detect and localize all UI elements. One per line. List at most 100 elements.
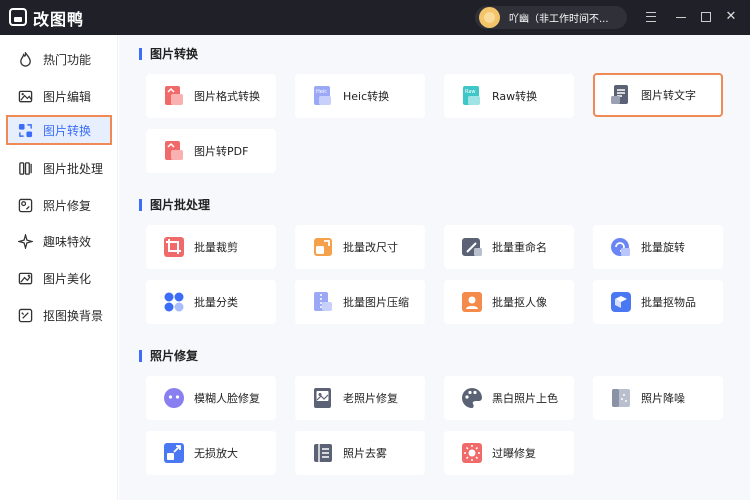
face-repair-icon xyxy=(164,388,184,408)
card-batch-classify[interactable]: 批量分类 xyxy=(146,280,276,324)
section-title-photo-repair: 照片修复 xyxy=(139,350,198,362)
crop-icon xyxy=(164,237,184,257)
sidebar-item-label: 图片美化 xyxy=(43,272,92,286)
sidebar-item-label: 照片修复 xyxy=(43,199,92,213)
card-image-format-convert[interactable]: 图片格式转换 xyxy=(146,74,276,118)
portrait-cutout-icon xyxy=(462,292,482,312)
card-batch-portrait-cutout[interactable]: 批量抠人像 xyxy=(444,280,574,324)
app-title: 改图鸭 xyxy=(33,10,85,29)
sidebar-item-photo-repair[interactable]: 照片修复 xyxy=(6,190,112,220)
card-label: 图片转文字 xyxy=(641,89,696,102)
card-label: 过曝修复 xyxy=(492,447,536,460)
card-label: 模糊人脸修复 xyxy=(194,392,260,405)
rename-icon xyxy=(462,238,482,256)
app-logo-icon xyxy=(9,8,27,26)
sidebar-item-label: 图片编辑 xyxy=(43,90,92,104)
card-batch-crop[interactable]: 批量裁剪 xyxy=(146,225,276,269)
photo-repair-icon xyxy=(18,198,33,213)
classify-icon xyxy=(164,292,184,312)
raw-icon: Raw xyxy=(463,86,480,105)
card-overexposure-repair[interactable]: 过曝修复 xyxy=(444,431,574,475)
card-lossless-upscale[interactable]: 无损放大 xyxy=(146,431,276,475)
palette-icon xyxy=(462,388,482,408)
compress-icon xyxy=(314,292,332,311)
card-batch-rotate[interactable]: 批量旋转 xyxy=(593,225,723,269)
card-label: 图片格式转换 xyxy=(194,90,260,103)
minimize-icon[interactable] xyxy=(672,8,690,26)
card-image-to-pdf[interactable]: 图片转PDF xyxy=(146,129,276,173)
sidebar: 热门功能 图片编辑 图片转换 图片批处理 照片修复 趣味特效 图片美化 抠图换背… xyxy=(0,35,118,500)
sidebar-item-cutout[interactable]: 抠图换背景 xyxy=(6,300,112,330)
rotate-icon xyxy=(611,238,630,256)
sidebar-item-fun-effects[interactable]: 趣味特效 xyxy=(6,226,112,256)
svg-text:Heic: Heic xyxy=(316,89,327,95)
heic-icon: Heic xyxy=(314,86,331,105)
card-label: 批量图片压缩 xyxy=(343,296,409,309)
flame-icon xyxy=(20,52,31,67)
card-bw-colorize[interactable]: 黑白照片上色 xyxy=(444,376,574,420)
card-heic-convert[interactable]: Heic Heic转换 xyxy=(295,74,425,118)
resize-icon xyxy=(314,238,332,256)
dehaze-icon xyxy=(314,444,332,462)
exposure-icon xyxy=(462,443,482,463)
card-label: Heic转换 xyxy=(343,90,390,103)
sidebar-item-beautify[interactable]: 图片美化 xyxy=(6,263,112,293)
user-name[interactable]: 吖幽（非工作时间不... xyxy=(509,10,621,25)
card-label: 批量重命名 xyxy=(492,241,547,254)
card-label: 照片去雾 xyxy=(343,447,387,460)
convert-icon xyxy=(18,123,33,138)
batch-icon xyxy=(19,162,32,175)
cutout-icon xyxy=(18,308,33,323)
card-batch-compress[interactable]: 批量图片压缩 xyxy=(295,280,425,324)
card-old-photo-repair[interactable]: 老照片修复 xyxy=(295,376,425,420)
image-edit-icon xyxy=(18,90,33,103)
sidebar-item-hot[interactable]: 热门功能 xyxy=(6,44,112,74)
card-label: 批量裁剪 xyxy=(194,241,238,254)
avatar[interactable] xyxy=(479,7,500,28)
denoise-icon xyxy=(612,389,630,407)
format-convert-icon xyxy=(165,86,183,105)
card-raw-convert[interactable]: Raw Raw转换 xyxy=(444,74,574,118)
sidebar-item-image-convert[interactable]: 图片转换 xyxy=(6,115,112,145)
card-label: 黑白照片上色 xyxy=(492,392,558,405)
card-image-to-text[interactable]: 图片转文字 xyxy=(593,73,723,117)
menu-icon[interactable] xyxy=(642,8,660,26)
section-title-batch: 图片批处理 xyxy=(139,199,210,211)
card-label: 批量分类 xyxy=(194,296,238,309)
card-batch-rename[interactable]: 批量重命名 xyxy=(444,225,574,269)
card-face-repair[interactable]: 模糊人脸修复 xyxy=(146,376,276,420)
card-label: 批量旋转 xyxy=(641,241,685,254)
card-label: 图片转PDF xyxy=(194,145,249,158)
card-label: Raw转换 xyxy=(492,90,538,103)
section-title-image-convert: 图片转换 xyxy=(139,48,198,60)
card-label: 照片降噪 xyxy=(641,392,685,405)
object-cutout-icon xyxy=(611,292,631,312)
sidebar-item-label: 趣味特效 xyxy=(43,235,92,249)
main-content: 图片转换 图片格式转换 Heic Heic转换 Raw Raw转换 图片转文字 … xyxy=(119,35,750,500)
user-account[interactable]: 吖幽（非工作时间不... xyxy=(475,6,627,29)
image-to-pdf-icon xyxy=(165,141,183,160)
title-bar: 改图鸭 吖幽（非工作时间不... ✕ xyxy=(0,0,750,35)
sidebar-item-label: 图片转换 xyxy=(43,124,92,138)
sidebar-item-image-edit[interactable]: 图片编辑 xyxy=(6,81,112,111)
card-label: 老照片修复 xyxy=(343,392,398,405)
upscale-icon xyxy=(164,443,184,463)
maximize-icon[interactable] xyxy=(697,8,715,26)
sidebar-item-label: 抠图换背景 xyxy=(43,309,104,323)
old-photo-icon xyxy=(314,388,331,408)
card-batch-resize[interactable]: 批量改尺寸 xyxy=(295,225,425,269)
card-label: 批量抠物品 xyxy=(641,296,696,309)
card-batch-object-cutout[interactable]: 批量抠物品 xyxy=(593,280,723,324)
card-label: 无损放大 xyxy=(194,447,238,460)
close-icon[interactable]: ✕ xyxy=(722,8,740,26)
svg-text:Raw: Raw xyxy=(465,89,476,95)
card-photo-dehaze[interactable]: 照片去雾 xyxy=(295,431,425,475)
card-photo-denoise[interactable]: 照片降噪 xyxy=(593,376,723,420)
sidebar-item-label: 热门功能 xyxy=(43,53,92,67)
sidebar-item-batch[interactable]: 图片批处理 xyxy=(6,153,112,183)
card-label: 批量抠人像 xyxy=(492,296,547,309)
card-label: 批量改尺寸 xyxy=(343,241,398,254)
image-to-text-icon xyxy=(611,85,628,104)
sidebar-item-label: 图片批处理 xyxy=(43,162,104,176)
sparkle-icon xyxy=(18,234,33,249)
